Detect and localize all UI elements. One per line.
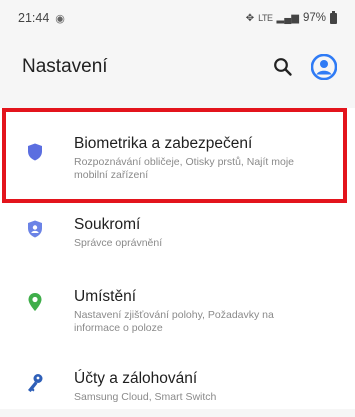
item-text: Účty a zálohování Samsung Cloud, Smart S… [74, 369, 216, 404]
key-icon [24, 369, 46, 393]
item-subtitle: Nastavení zjišťování polohy, Požadavky n… [74, 309, 274, 334]
item-subtitle: Správce oprávnění [74, 237, 163, 249]
search-icon[interactable] [273, 57, 293, 77]
mute-icon: ✥ [245, 12, 255, 24]
list-item-privacy[interactable]: Soukromí Správce oprávnění [0, 203, 355, 275]
location-pin-icon [24, 287, 46, 312]
signal-icon: ▂▄▆ [276, 12, 299, 24]
item-subtitle: Samsung Cloud, Smart Switch [74, 391, 217, 403]
network-type: LTE [258, 13, 273, 23]
status-right: ✥ LTE ▂▄▆ 97% [245, 10, 337, 24]
settings-list: Biometrika a zabezpečení Rozpoznávání ob… [0, 108, 355, 409]
item-title: Umístění [74, 288, 137, 305]
battery-icon [330, 10, 337, 24]
list-item-location[interactable]: Umístění Nastavení zjišťování polohy, Po… [0, 275, 355, 359]
status-time: 21:44 [18, 11, 50, 25]
item-title: Účty a zálohování [74, 370, 198, 387]
list-item-biometrics-security[interactable]: Biometrika a zabezpečení Rozpoznávání ob… [2, 108, 347, 203]
notification-icon: ◉ [55, 12, 65, 25]
header-actions [273, 54, 337, 80]
profile-icon[interactable] [311, 54, 337, 80]
page-title: Nastavení [22, 56, 108, 77]
item-title: Soukromí [74, 216, 141, 233]
item-subtitle: Rozpoznávání obličeje, Otisky prstů, Naj… [74, 156, 295, 181]
status-bar: 21:44 ◉ ✥ LTE ▂▄▆ 97% [0, 0, 355, 36]
settings-header: Nastavení [0, 36, 355, 98]
item-text: Umístění Nastavení zjišťování polohy, Po… [74, 287, 314, 335]
list-item-accounts-backup[interactable]: Účty a zálohování Samsung Cloud, Smart S… [0, 359, 355, 409]
item-text: Soukromí Správce oprávnění [74, 215, 162, 250]
item-title: Biometrika a zabezpečení [74, 135, 253, 152]
privacy-shield-icon [24, 215, 46, 238]
status-left: 21:44 ◉ [18, 11, 65, 25]
shield-icon [24, 134, 46, 161]
item-text: Biometrika a zabezpečení Rozpoznávání ob… [74, 134, 324, 182]
battery-percent: 97% [302, 12, 326, 24]
